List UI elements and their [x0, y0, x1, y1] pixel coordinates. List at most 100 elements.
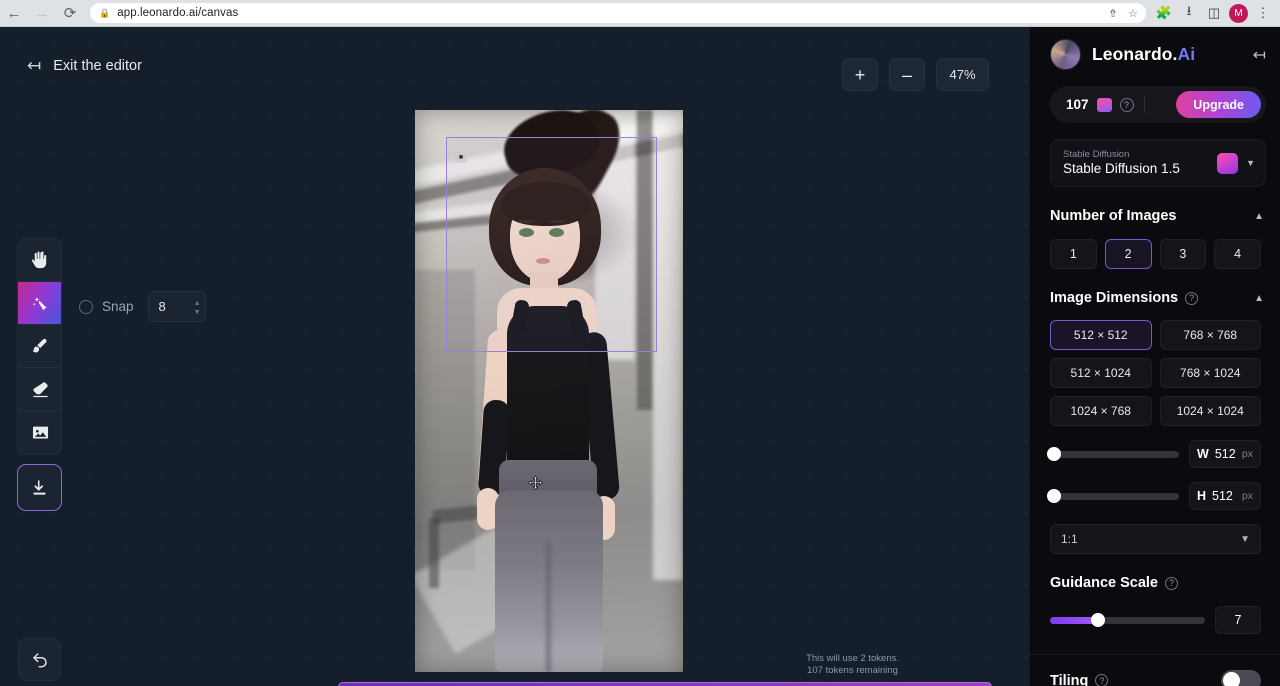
width-control: W 512 px	[1030, 440, 1280, 468]
share-icon[interactable]: ⇮	[1104, 4, 1122, 22]
address-bar[interactable]: 🔒 app.leonardo.ai/canvas ⇮ ☆	[90, 3, 1146, 23]
exit-editor-button[interactable]: ↤ Exit the editor	[27, 57, 142, 74]
number-of-images-option-1[interactable]: 1	[1050, 239, 1097, 269]
image-dimension-options: 512 × 512 768 × 768 512 × 1024 768 × 102…	[1030, 320, 1280, 426]
guidance-slider-knob[interactable]	[1091, 613, 1105, 627]
aspect-ratio-select[interactable]: 1:1 ▼	[1050, 524, 1261, 554]
tool-rail	[17, 238, 62, 455]
guidance-scale-value[interactable]: 7	[1215, 606, 1261, 634]
back-arrow-icon[interactable]: ←	[0, 0, 28, 27]
height-slider[interactable]	[1050, 493, 1179, 500]
token-chip-icon	[1097, 98, 1112, 112]
number-of-images-option-2[interactable]: 2	[1105, 239, 1152, 269]
zoom-out-button[interactable]: –	[889, 58, 925, 91]
forward-arrow-icon[interactable]: →	[28, 0, 56, 27]
width-field[interactable]: W 512 px	[1189, 440, 1261, 468]
help-icon[interactable]: ?	[1120, 98, 1134, 112]
zoom-level-display[interactable]: 47%	[936, 58, 989, 91]
snap-input[interactable]: 8 ▲ ▼	[148, 291, 206, 322]
settings-sidebar: Leonardo.Ai ↤ 107 ? Upgrade Stable Diffu…	[1029, 27, 1280, 686]
brand-row: Leonardo.Ai ↤	[1030, 27, 1280, 76]
brush-tool[interactable]	[18, 325, 62, 368]
height-field[interactable]: H 512 px	[1189, 482, 1261, 510]
width-unit: px	[1242, 448, 1253, 460]
section-title: Image Dimensions	[1050, 290, 1178, 306]
chevron-down-icon[interactable]: ▼	[1240, 534, 1250, 545]
snap-control: Snap 8 ▲ ▼	[79, 291, 206, 322]
selection-rectangle[interactable]	[446, 137, 657, 352]
help-icon[interactable]: ?	[1095, 674, 1108, 686]
zoom-in-button[interactable]: +	[842, 58, 878, 91]
height-label: H	[1197, 489, 1206, 503]
snap-value: 8	[149, 299, 166, 314]
guidance-scale-control: 7	[1030, 606, 1280, 634]
snap-stepper[interactable]: ▲ ▼	[194, 292, 201, 323]
browser-toolbar: ← → ⟳ 🔒 app.leonardo.ai/canvas ⇮ ☆ 🧩 ⭳ ◫…	[0, 0, 1280, 27]
leonardo-canvas-app: ↤ Exit the editor + – 47%	[0, 27, 1280, 686]
dimension-option-768x1024[interactable]: 768 × 1024	[1160, 358, 1262, 388]
model-selector[interactable]: Stable Diffusion Stable Diffusion 1.5 ▼	[1050, 139, 1266, 187]
dimension-option-512x512[interactable]: 512 × 512	[1050, 320, 1152, 350]
snap-toggle[interactable]	[79, 300, 93, 314]
selection-badge-icon[interactable]: ■	[455, 152, 467, 163]
height-slider-knob[interactable]	[1047, 489, 1061, 503]
model-kicker: Stable Diffusion	[1063, 149, 1209, 161]
model-thumbnail-icon	[1217, 153, 1238, 174]
undo-button[interactable]	[18, 638, 61, 681]
chevron-up-icon[interactable]: ▲	[1254, 293, 1264, 304]
upgrade-button[interactable]: Upgrade	[1176, 91, 1261, 118]
tiling-control: Tiling ?	[1030, 654, 1280, 686]
dimension-option-768x768[interactable]: 768 × 768	[1160, 320, 1262, 350]
generate-button[interactable]	[338, 682, 992, 686]
avatar[interactable]: M	[1229, 4, 1248, 23]
chevron-down-icon[interactable]: ▼	[1246, 158, 1257, 168]
token-remaining-line-2: 107 tokens remaining	[806, 665, 899, 677]
star-icon[interactable]: ☆	[1124, 4, 1142, 22]
image-tool[interactable]	[18, 411, 62, 454]
collapse-panel-icon[interactable]: ↤	[1253, 45, 1266, 65]
avatar[interactable]	[1050, 39, 1081, 70]
zoom-controls: + – 47%	[842, 58, 989, 91]
dimension-option-1024x1024[interactable]: 1024 × 1024	[1160, 396, 1262, 426]
number-of-images-option-4[interactable]: 4	[1214, 239, 1261, 269]
url-text: app.leonardo.ai/canvas	[117, 7, 238, 19]
page-title: Leonardo.Ai	[1092, 44, 1195, 65]
model-text: Stable Diffusion Stable Diffusion 1.5	[1063, 149, 1209, 177]
reload-icon[interactable]: ⟳	[56, 0, 84, 27]
guidance-scale-header: Guidance Scale ?	[1030, 573, 1280, 593]
help-icon[interactable]: ?	[1185, 292, 1198, 305]
section-title: Tiling	[1050, 673, 1088, 686]
export-tool[interactable]	[17, 464, 62, 511]
dimension-option-512x1024[interactable]: 512 × 1024	[1050, 358, 1152, 388]
section-title: Guidance Scale	[1050, 575, 1158, 591]
height-unit: px	[1242, 490, 1253, 502]
divider	[1144, 96, 1145, 113]
aspect-ratio-value: 1:1	[1061, 532, 1078, 546]
image-dimensions-header[interactable]: Image Dimensions ? ▲	[1030, 288, 1280, 308]
credits-bar: 107 ? Upgrade	[1050, 86, 1266, 123]
width-slider-knob[interactable]	[1047, 447, 1061, 461]
width-label: W	[1197, 447, 1209, 461]
snap-decrement-icon[interactable]: ▼	[194, 309, 201, 316]
puzzle-icon[interactable]: 🧩	[1154, 3, 1174, 23]
kebab-menu-icon[interactable]: ⋮	[1253, 3, 1273, 23]
download-icon[interactable]: ⭳	[1179, 3, 1199, 23]
width-slider[interactable]	[1050, 451, 1179, 458]
snap-increment-icon[interactable]: ▲	[194, 300, 201, 307]
guidance-scale-slider[interactable]	[1050, 617, 1205, 624]
number-of-images-header[interactable]: Number of Images ▲	[1030, 206, 1280, 226]
exit-editor-label: Exit the editor	[53, 58, 142, 74]
exit-arrow-icon: ↤	[27, 57, 41, 74]
section-title: Number of Images	[1050, 208, 1177, 224]
side-panel-icon[interactable]: ◫	[1204, 3, 1224, 23]
help-icon[interactable]: ?	[1165, 577, 1178, 590]
token-usage-line-1: This will use 2 tokens.	[806, 653, 899, 665]
chevron-up-icon[interactable]: ▲	[1254, 211, 1264, 222]
number-of-images-option-3[interactable]: 3	[1160, 239, 1207, 269]
magic-select-tool[interactable]	[18, 282, 62, 325]
canvas-workspace[interactable]: ↤ Exit the editor + – 47%	[0, 27, 1029, 686]
hand-tool[interactable]	[18, 239, 62, 282]
dimension-option-1024x768[interactable]: 1024 × 768	[1050, 396, 1152, 426]
tiling-toggle[interactable]	[1221, 670, 1261, 686]
eraser-tool[interactable]	[18, 368, 62, 411]
